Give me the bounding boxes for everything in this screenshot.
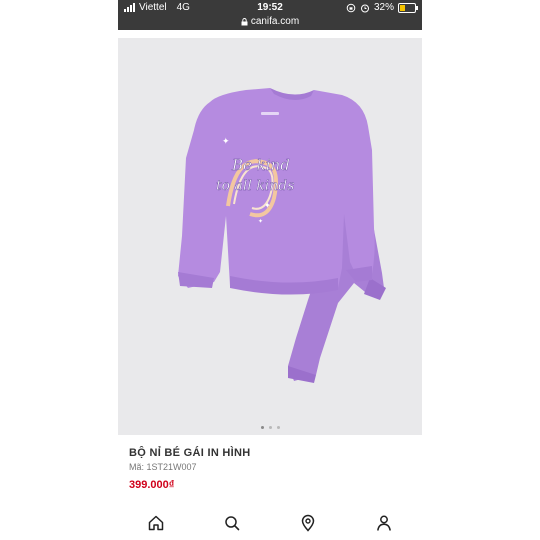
carousel-dot[interactable] <box>276 426 280 429</box>
bottom-nav <box>118 505 422 540</box>
nav-account-button[interactable] <box>364 508 404 538</box>
home-icon <box>148 515 164 530</box>
svg-text:✦: ✦ <box>258 218 263 225</box>
svg-text:✦: ✦ <box>222 136 230 146</box>
user-icon <box>377 515 391 531</box>
carousel-dots[interactable] <box>118 426 422 429</box>
product-image[interactable]: Be kind to all kinds ✦ ✦ ✦ <box>118 38 422 435</box>
carousel-dot[interactable] <box>268 426 272 429</box>
product-title: BỘ NỈ BÉ GÁI IN HÌNH <box>129 447 251 459</box>
url-text: canifa.com <box>250 16 300 27</box>
address-bar[interactable]: canifa.com <box>118 16 422 27</box>
battery-label: 32% <box>373 2 394 13</box>
battery-icon <box>398 2 418 13</box>
carousel-dot[interactable] <box>260 426 264 429</box>
print-line-2: to all kinds <box>216 178 294 194</box>
rotation-lock-icon <box>346 3 356 12</box>
print-line-1: Be kind <box>231 156 290 174</box>
lock-icon <box>241 17 248 25</box>
nav-home-button[interactable] <box>136 508 176 538</box>
nav-search-button[interactable] <box>212 508 252 538</box>
product-code: Mã: 1ST21W007 <box>129 462 197 472</box>
status-right: 32% <box>346 2 418 13</box>
search-icon <box>225 515 240 530</box>
product-photo: Be kind to all kinds ✦ ✦ ✦ <box>178 88 386 383</box>
svg-text:✦: ✦ <box>264 201 271 210</box>
nav-store-location-button[interactable] <box>288 508 328 538</box>
product-price: 399.000₫ <box>129 479 175 491</box>
location-icon <box>301 514 315 532</box>
status-bar: Viettel 4G 19:52 32% canifa.com <box>118 0 422 30</box>
alarm-icon <box>360 4 369 12</box>
